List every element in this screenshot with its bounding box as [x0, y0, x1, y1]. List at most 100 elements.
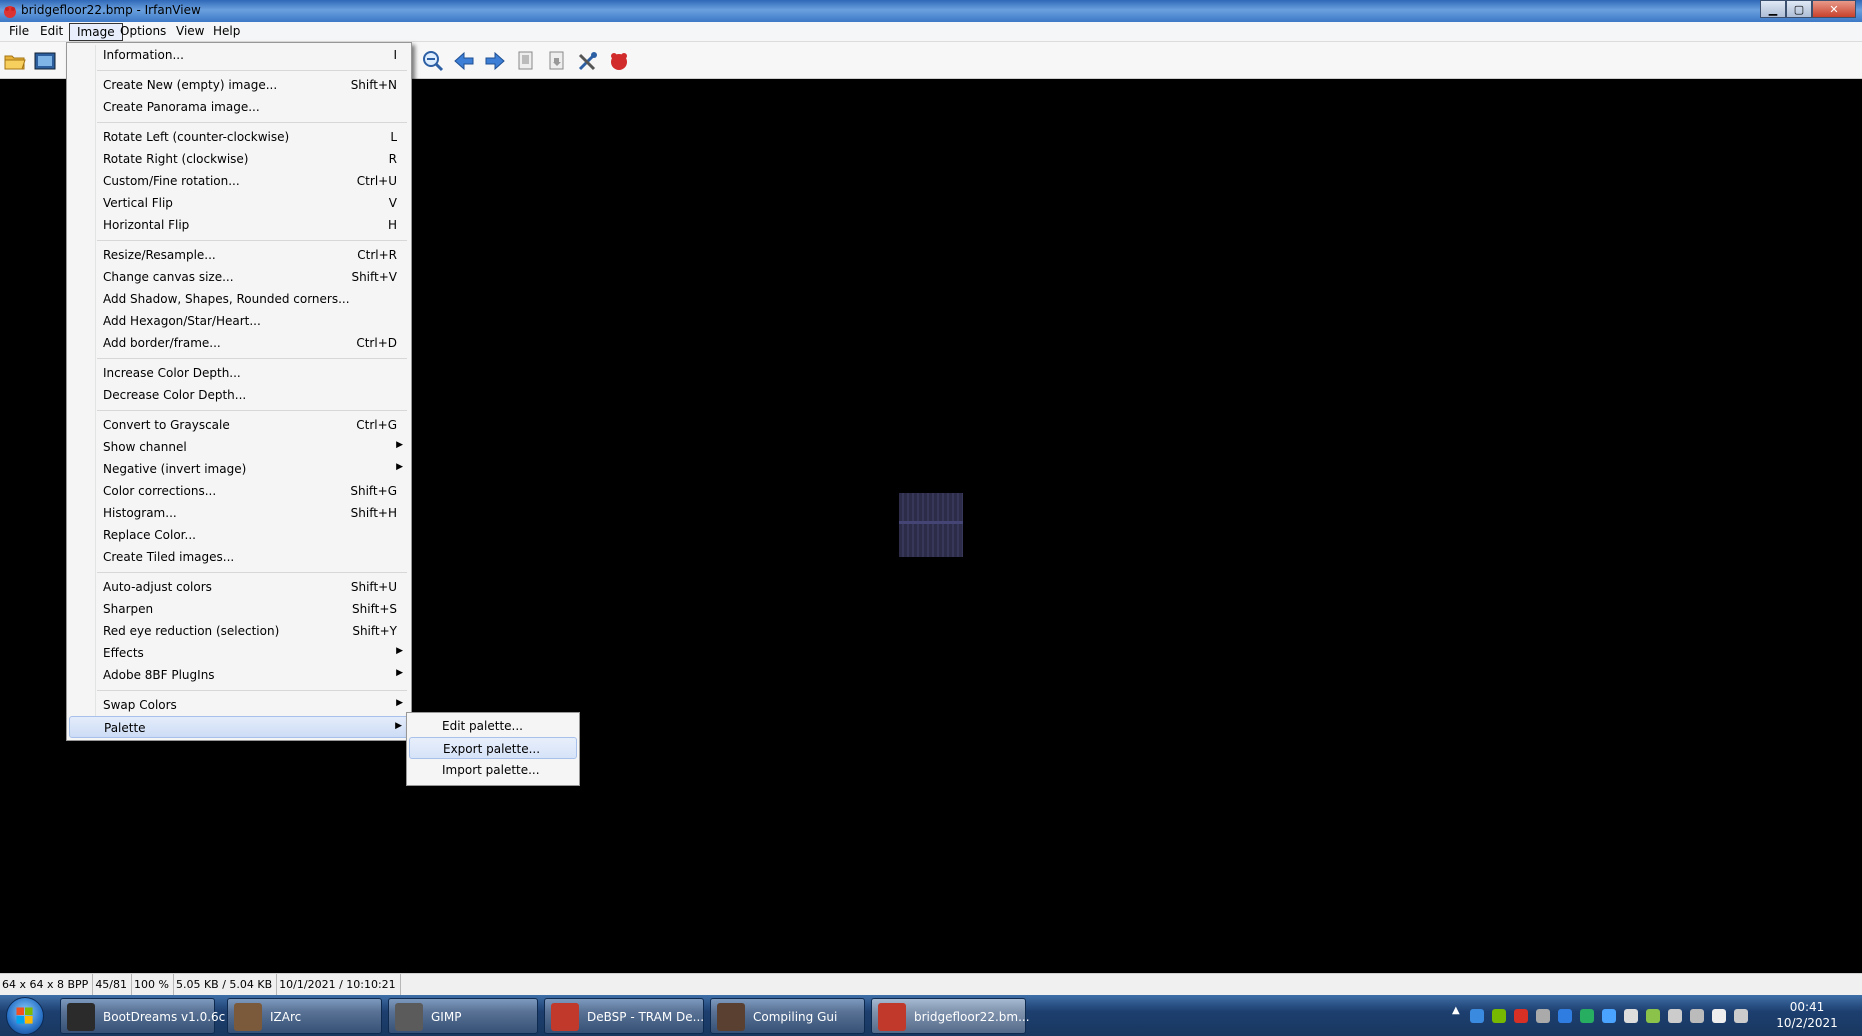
taskbar-item-compiling-gui[interactable]: Compiling Gui	[710, 998, 865, 1034]
menu-item-color-corrections[interactable]: Color corrections... Shift+G	[69, 480, 409, 502]
lightning-icon[interactable]	[1558, 1009, 1572, 1023]
maximize-button[interactable]: ▢	[1786, 0, 1812, 18]
close-button[interactable]: ✕	[1812, 0, 1856, 18]
volume-icon[interactable]	[1690, 1009, 1704, 1023]
status-bar: 64 x 64 x 8 BPP 45/81 100 % 5.05 KB / 5.…	[0, 973, 1862, 995]
menu-item-resize-resample[interactable]: Resize/Resample... Ctrl+R	[69, 244, 409, 266]
status-file-index: 45/81	[93, 974, 133, 995]
menu-item-add-border[interactable]: Add border/frame... Ctrl+D	[69, 332, 409, 354]
status-filesize: 5.05 KB / 5.04 KB	[174, 974, 278, 995]
monitor-icon[interactable]	[1668, 1009, 1682, 1023]
nvidia-icon[interactable]	[1492, 1009, 1506, 1023]
usb-device-icon[interactable]	[1624, 1009, 1638, 1023]
menu-item-add-shadow[interactable]: Add Shadow, Shapes, Rounded corners...	[69, 288, 409, 310]
menu-item-effects[interactable]: Effects ▶	[69, 642, 409, 664]
clock-date: 10/2/2021	[1776, 1016, 1838, 1030]
izarc-icon	[234, 1003, 262, 1031]
menu-edit[interactable]: Edit	[33, 23, 70, 41]
menu-separator	[97, 410, 407, 411]
menu-item-negative[interactable]: Negative (invert image) ▶	[69, 458, 409, 480]
clock[interactable]: 00:41 10/2/2021	[1772, 999, 1842, 1031]
safely-remove-icon[interactable]	[1646, 1009, 1660, 1023]
maximize-icon: ▢	[1793, 2, 1805, 16]
action-center-flag-icon[interactable]	[1712, 1009, 1726, 1023]
menu-item-custom-rotation[interactable]: Custom/Fine rotation... Ctrl+U	[69, 170, 409, 192]
previous-arrow-icon[interactable]	[452, 49, 476, 73]
taskbar-item-debsp[interactable]: DeBSP - TRAM De...	[544, 998, 704, 1034]
taskbar-item-gimp[interactable]: GIMP	[388, 998, 538, 1034]
gimp-icon	[395, 1003, 423, 1031]
menu-bar: File Edit Image Options View Help	[0, 22, 1862, 42]
gmail-icon[interactable]	[1514, 1009, 1528, 1023]
menu-separator	[97, 690, 407, 691]
zoom-out-icon[interactable]	[421, 49, 445, 73]
menu-item-sharpen[interactable]: Sharpen Shift+S	[69, 598, 409, 620]
menu-item-decrease-color-depth[interactable]: Decrease Color Depth...	[69, 384, 409, 406]
image-menu-dropdown: Information... I Create New (empty) image…	[66, 42, 412, 741]
menu-item-red-eye[interactable]: Red eye reduction (selection) Shift+Y	[69, 620, 409, 642]
submenu-arrow-icon: ▶	[396, 646, 403, 656]
menu-item-histogram[interactable]: Histogram... Shift+H	[69, 502, 409, 524]
menu-item-create-panorama[interactable]: Create Panorama image...	[69, 96, 409, 118]
menu-separator	[97, 122, 407, 123]
paste-icon[interactable]	[545, 49, 569, 73]
open-folder-icon[interactable]	[3, 49, 27, 73]
menu-item-change-canvas-size[interactable]: Change canvas size... Shift+V	[69, 266, 409, 288]
menu-help[interactable]: Help	[206, 23, 247, 41]
taskbar-item-bootdreams[interactable]: BootDreams v1.0.6c	[60, 998, 225, 1034]
irfanview-about-icon[interactable]	[607, 49, 631, 73]
menu-separator	[97, 358, 407, 359]
windows-logo-icon	[16, 1007, 33, 1024]
irfanview-app-icon[interactable]	[2, 3, 18, 19]
submenu-item-export-palette[interactable]: Export palette...	[409, 737, 577, 759]
menu-item-show-channel[interactable]: Show channel ▶	[69, 436, 409, 458]
chat-icon[interactable]	[1602, 1009, 1616, 1023]
copy-icon[interactable]	[514, 49, 538, 73]
menu-item-horizontal-flip[interactable]: Horizontal Flip H	[69, 214, 409, 236]
menu-item-auto-adjust[interactable]: Auto-adjust colors Shift+U	[69, 576, 409, 598]
properties-tools-icon[interactable]	[576, 49, 600, 73]
menu-item-increase-color-depth[interactable]: Increase Color Depth...	[69, 362, 409, 384]
menu-options[interactable]: Options	[113, 23, 173, 41]
submenu-item-edit-palette[interactable]: Edit palette...	[409, 715, 577, 737]
menu-separator	[97, 240, 407, 241]
displayed-image	[899, 493, 963, 557]
app-tray-icon[interactable]	[1536, 1009, 1550, 1023]
menu-item-rotate-right[interactable]: Rotate Right (clockwise) R	[69, 148, 409, 170]
menu-item-vertical-flip[interactable]: Vertical Flip V	[69, 192, 409, 214]
status-zoom: 100 %	[132, 974, 174, 995]
tray-expand-icon[interactable]: ▲	[1452, 1005, 1460, 1016]
irfanview-icon	[878, 1003, 906, 1031]
menu-item-palette[interactable]: Palette ▶	[69, 716, 409, 738]
network-icon[interactable]	[1734, 1009, 1748, 1023]
menu-file[interactable]: File	[2, 23, 36, 41]
minimize-button[interactable]: ▁	[1760, 0, 1786, 18]
clock-time: 00:41	[1789, 1000, 1825, 1014]
thumbnails-icon[interactable]	[33, 49, 57, 73]
menu-item-rotate-left[interactable]: Rotate Left (counter-clockwise) L	[69, 126, 409, 148]
menu-item-replace-color[interactable]: Replace Color...	[69, 524, 409, 546]
submenu-arrow-icon: ▶	[396, 698, 403, 708]
status-datetime: 10/1/2021 / 10:10:21	[277, 974, 401, 995]
taskbar-item-irfanview[interactable]: bridgefloor22.bm...	[871, 998, 1030, 1034]
taskbar-item-izarc[interactable]: IZArc	[227, 998, 382, 1034]
start-button[interactable]	[6, 997, 44, 1035]
menu-item-create-tiled[interactable]: Create Tiled images...	[69, 546, 409, 568]
submenu-item-import-palette[interactable]: Import palette...	[409, 759, 577, 781]
debsp-icon	[551, 1003, 579, 1031]
close-icon: ✕	[1829, 2, 1839, 16]
window-controls: ▁ ▢ ✕	[1760, 0, 1856, 18]
menu-item-add-hexagon[interactable]: Add Hexagon/Star/Heart...	[69, 310, 409, 332]
menu-item-adobe-8bf[interactable]: Adobe 8BF PlugIns ▶	[69, 664, 409, 686]
bootdreams-icon	[67, 1003, 95, 1031]
next-arrow-icon[interactable]	[483, 49, 507, 73]
menu-item-create-new[interactable]: Create New (empty) image... Shift+N	[69, 74, 409, 96]
status-green-icon[interactable]	[1580, 1009, 1594, 1023]
submenu-arrow-icon: ▶	[395, 721, 402, 731]
menu-item-swap-colors[interactable]: Swap Colors ▶	[69, 694, 409, 716]
submenu-arrow-icon: ▶	[396, 462, 403, 472]
network-globe-icon[interactable]	[1470, 1009, 1484, 1023]
menu-item-information[interactable]: Information... I	[69, 44, 409, 66]
menu-item-convert-grayscale[interactable]: Convert to Grayscale Ctrl+G	[69, 414, 409, 436]
submenu-arrow-icon: ▶	[396, 440, 403, 450]
